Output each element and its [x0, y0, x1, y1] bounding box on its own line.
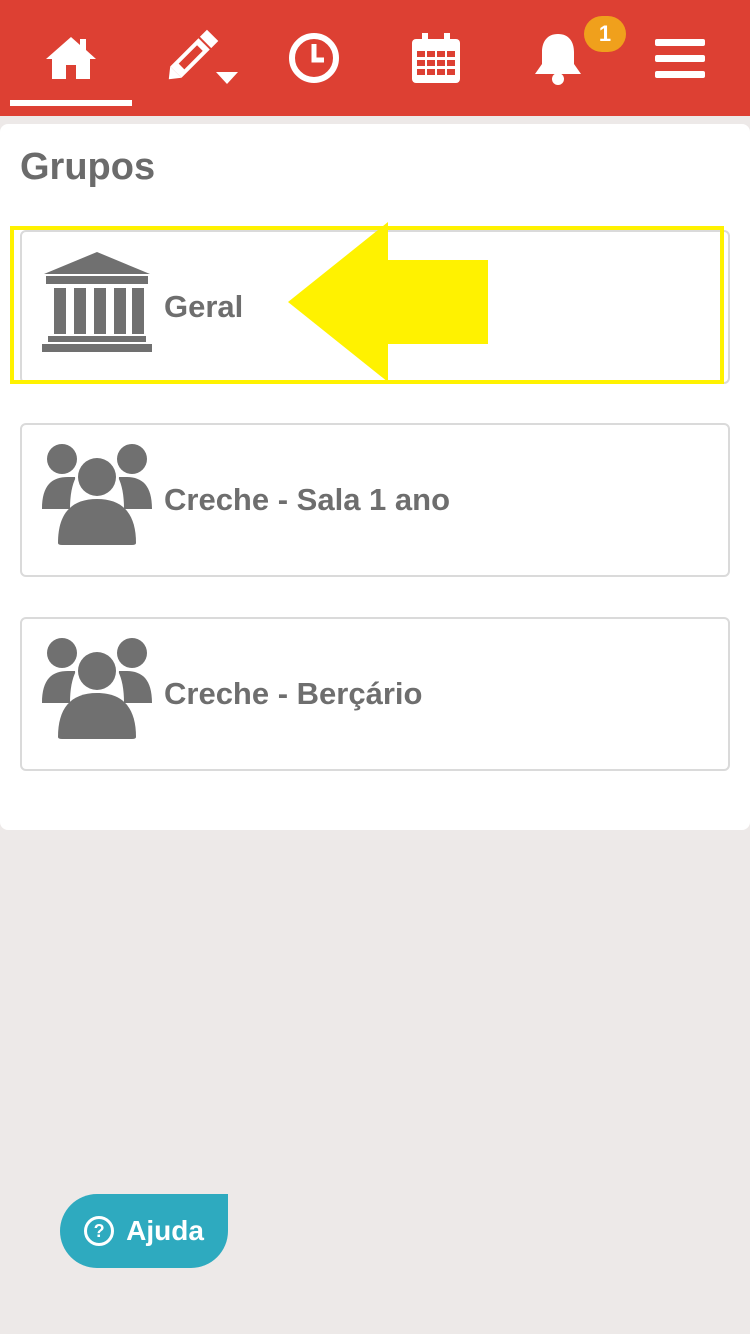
group-label: Geral [164, 289, 244, 324]
nav-home[interactable] [10, 0, 132, 116]
nav-calendar[interactable] [390, 0, 482, 116]
users-icon [42, 638, 152, 739]
group-card-geral[interactable]: Geral [20, 230, 730, 384]
active-tab-indicator [10, 100, 132, 106]
nav-menu[interactable] [634, 0, 726, 116]
group-card-creche-bercario[interactable]: Creche - Berçário [20, 617, 730, 771]
group-label: Creche - Berçário [164, 676, 423, 711]
pencil-icon [168, 29, 238, 84]
help-question-icon: ? [84, 1216, 115, 1246]
bell-icon [535, 34, 581, 85]
top-navigation-bar: 1 [0, 0, 750, 116]
group-card-creche-sala-1-ano[interactable]: Creche - Sala 1 ano [20, 423, 730, 577]
nav-edit[interactable] [150, 0, 250, 116]
group-label: Creche - Sala 1 ano [164, 482, 451, 517]
menu-icon [655, 39, 705, 78]
calendar-icon [412, 33, 460, 83]
institution-icon [42, 252, 152, 352]
help-label: Ajuda [126, 1215, 204, 1246]
nav-notifications[interactable] [512, 0, 604, 116]
help-button[interactable]: ? Ajuda [60, 1194, 228, 1268]
clock-icon [289, 33, 339, 83]
page-title: Grupos [20, 146, 156, 188]
home-icon [46, 37, 96, 79]
nav-history[interactable] [268, 0, 360, 116]
notification-badge: 1 [584, 16, 626, 52]
users-icon [42, 444, 152, 545]
